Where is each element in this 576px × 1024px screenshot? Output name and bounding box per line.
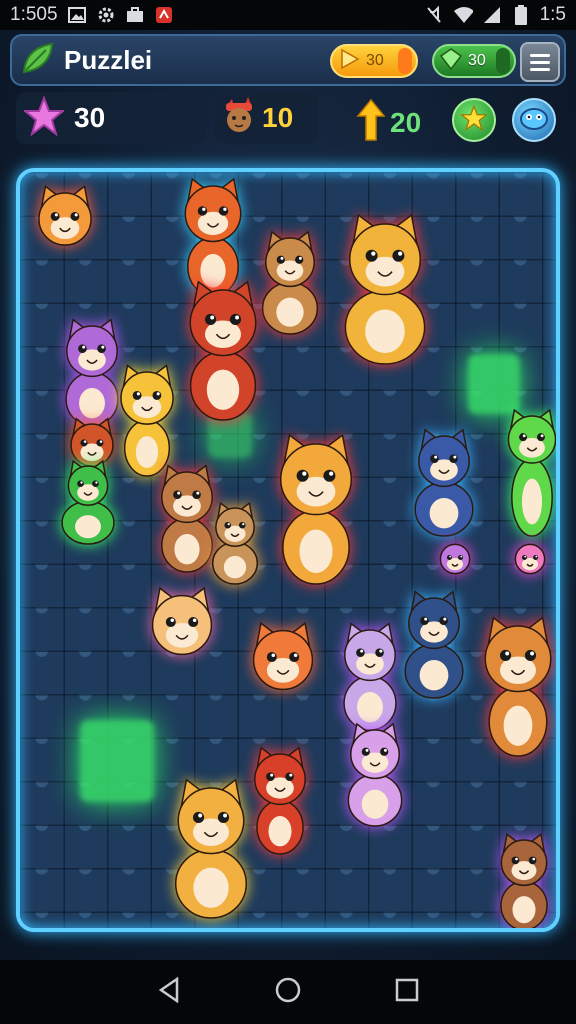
puzzle-piece-pink-ball[interactable] (430, 530, 480, 588)
characters-counter: 10 (214, 92, 318, 144)
puzzle-piece-yellow-duck-kid[interactable] (116, 364, 178, 477)
empty-slot-glow[interactable] (468, 354, 520, 414)
puzzle-piece-brown-bear-hat[interactable] (492, 833, 556, 928)
puzzle-piece-green-hair-kid[interactable] (52, 459, 124, 545)
puzzle-piece-lion-standing[interactable] (178, 280, 268, 421)
recents-button[interactable] (387, 972, 427, 1012)
energy-value: 30 (366, 52, 384, 69)
stars-value: 30 (74, 102, 106, 133)
game-screen: Puzzlei 30 30 30 10 20 (0, 30, 576, 960)
puzzle-piece-orange-fox-head[interactable] (248, 621, 318, 696)
puzzle-piece-pink-ball-2[interactable] (504, 530, 556, 588)
hint-button[interactable] (452, 98, 496, 142)
gem-value: 30 (468, 52, 486, 69)
gem-add-icon (496, 48, 510, 74)
puzzle-piece-pink-kitten[interactable] (338, 722, 412, 827)
status-clock: 1:5 (539, 4, 566, 25)
puzzle-piece-blue-cat[interactable] (404, 428, 484, 537)
puzzle-piece-ginger-cat-big[interactable] (330, 213, 440, 365)
star-badge-icon (459, 103, 489, 136)
energy-add-icon (398, 48, 412, 74)
menu-button[interactable] (520, 42, 560, 82)
cat-head-icon (220, 96, 258, 140)
top-bar: Puzzlei 30 30 (10, 34, 566, 86)
hamburger-icon (530, 53, 550, 57)
back-triangle-icon (157, 976, 181, 1008)
briefcase-icon (125, 6, 145, 24)
blob-icon (519, 105, 549, 136)
signal-icon (482, 6, 502, 24)
app-title: Puzzlei (64, 44, 153, 75)
characters-value: 10 (262, 102, 294, 133)
puzzle-board[interactable] (16, 168, 560, 932)
mute-icon (424, 6, 444, 24)
back-button[interactable] (149, 972, 189, 1012)
stars-counter: 30 (16, 92, 206, 144)
puzzle-piece-navy-cat[interactable] (394, 590, 474, 699)
recents-square-icon (395, 978, 419, 1007)
home-button[interactable] (268, 972, 308, 1012)
gem-icon (439, 47, 463, 75)
energy-counter[interactable]: 30 (330, 44, 418, 78)
moves-value: 20 (390, 106, 422, 138)
up-arrow-icon (356, 98, 386, 147)
moves-counter: 20 (356, 98, 421, 147)
app-icon (154, 6, 174, 24)
battery-icon (511, 5, 531, 25)
star-icon (22, 94, 66, 141)
leaf-icon (20, 40, 56, 81)
puzzle-piece-orange-cat-sword[interactable] (270, 433, 362, 585)
puzzle-piece-lion-cub[interactable] (478, 616, 556, 757)
home-circle-icon (274, 976, 302, 1009)
gear-icon (96, 6, 116, 24)
status-bar: 1:505 1:5 (0, 0, 576, 30)
puzzle-piece-yellow-cat-standing[interactable] (162, 778, 260, 919)
puzzle-piece-green-alien[interactable] (504, 408, 556, 537)
puzzle-piece-tan-cat-small[interactable] (204, 501, 266, 585)
status-time: 1:505 (10, 4, 58, 25)
gem-counter[interactable]: 30 (432, 44, 516, 78)
extra-button[interactable] (512, 98, 556, 142)
play-icon (338, 48, 360, 75)
stats-row: 30 10 20 (0, 92, 576, 148)
puzzle-piece-cream-cat-head[interactable] (144, 586, 220, 660)
system-nav-bar (0, 960, 576, 1024)
image-icon (67, 6, 87, 24)
empty-slot-glow[interactable] (80, 720, 154, 802)
puzzle-piece-orange-cat-head[interactable] (30, 185, 100, 250)
wifi-icon (453, 6, 473, 24)
puzzle-piece-fox-standing[interactable] (178, 177, 248, 297)
